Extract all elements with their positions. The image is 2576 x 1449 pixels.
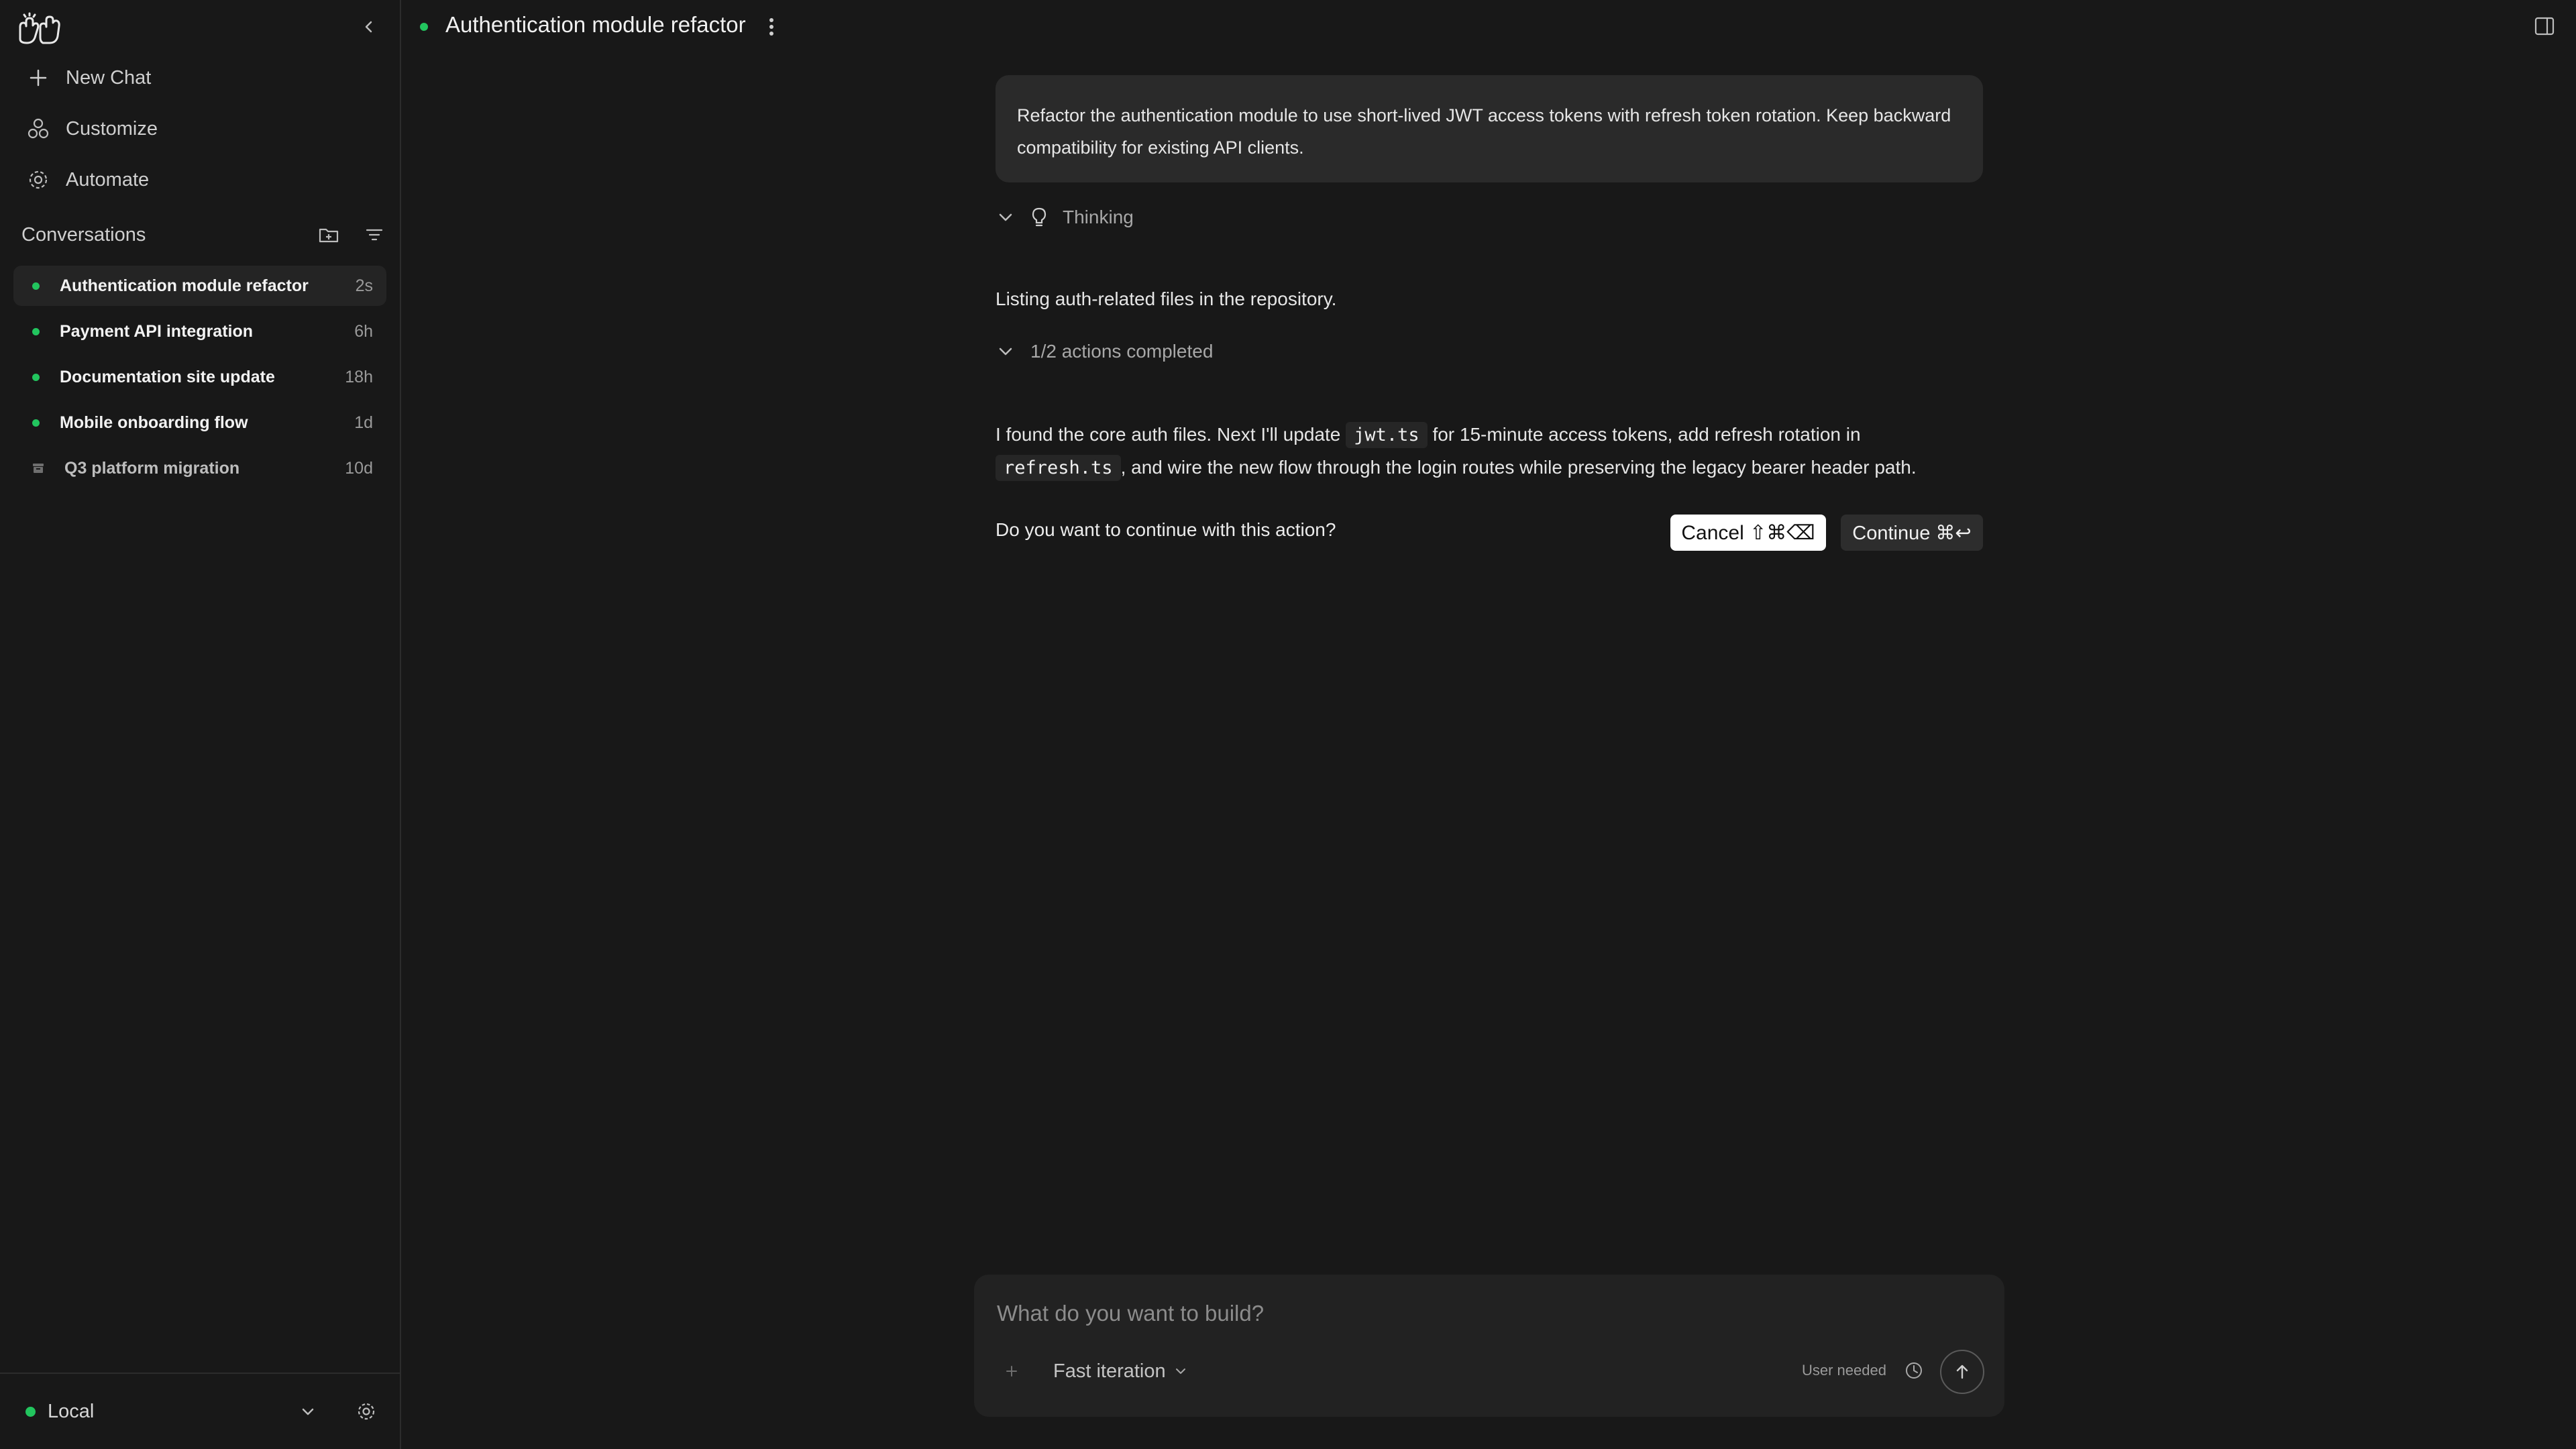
conversation-name: Payment API integration: [60, 321, 254, 341]
assistant-reply: I found the core auth files. Next I'll u…: [996, 419, 1988, 484]
conversation-list: Authentication module refactor 2s Paymen…: [13, 266, 386, 494]
customize-label: Customize: [66, 117, 158, 140]
actions-progress-label: 1/2 actions completed: [1030, 341, 1214, 362]
collapse-sidebar-icon[interactable]: [360, 17, 378, 36]
reply-text: for 15-minute access tokens, add refresh…: [1432, 424, 1861, 445]
code-filename: refresh.ts: [996, 455, 1121, 481]
lightbulb-icon: [1030, 207, 1048, 228]
status-dot: [32, 419, 40, 427]
conversation-item[interactable]: Authentication module refactor 2s: [13, 266, 386, 306]
app-logo: [16, 12, 63, 47]
conversation-time: 1d: [354, 413, 373, 432]
filter-icon[interactable]: [365, 227, 384, 243]
conversation-item[interactable]: Q3 platform migration 10d: [13, 448, 386, 488]
automate-button[interactable]: Automate: [27, 161, 149, 199]
conversation-status-dot: [420, 23, 428, 31]
conversation-time: 6h: [354, 321, 373, 341]
status-dot: [32, 373, 40, 381]
actions-toggle[interactable]: 1/2 actions completed: [996, 337, 1213, 366]
send-button[interactable]: [1940, 1350, 1984, 1394]
cancel-button[interactable]: Cancel ⇧⌘⌫: [1670, 515, 1826, 551]
conversations-header: Conversations: [21, 219, 384, 251]
chevron-down-icon: [996, 207, 1016, 227]
chevron-down-icon: [1173, 1363, 1189, 1379]
conversation-name: Q3 platform migration: [64, 458, 240, 478]
conversation-title: Authentication module refactor: [445, 12, 746, 37]
environment-label: Local: [48, 1400, 95, 1422]
mode-selector[interactable]: Fast iteration: [1053, 1358, 1189, 1385]
conversation-item[interactable]: Payment API integration 6h: [13, 311, 386, 352]
attach-plus-icon[interactable]: [1002, 1362, 1021, 1381]
customize-button[interactable]: Customize: [27, 110, 158, 148]
confirm-question: Do you want to continue with this action…: [996, 519, 1336, 540]
reply-text: , and wire the new flow through the logi…: [1120, 457, 1917, 478]
customize-icon: [27, 117, 50, 140]
toggle-panel-icon[interactable]: [2533, 15, 2556, 38]
status-text: User needed: [1802, 1362, 1886, 1379]
status-dot: [32, 327, 40, 335]
chevron-down-icon: [996, 341, 1016, 362]
conversation-name: Mobile onboarding flow: [60, 413, 248, 432]
automate-label: Automate: [66, 168, 150, 191]
status-message: Listing auth-related files in the reposi…: [996, 288, 1337, 309]
new-folder-icon[interactable]: [318, 225, 339, 244]
clock-icon[interactable]: [1904, 1360, 1924, 1381]
arrow-up-icon: [1952, 1362, 1972, 1382]
prompt-input[interactable]: [996, 1297, 1975, 1330]
conversation-time: 18h: [345, 367, 373, 386]
conversation-time: 2s: [355, 276, 373, 295]
sidebar: New Chat Customize Automate Conversation…: [0, 0, 401, 1449]
environment-status-dot: [25, 1406, 36, 1417]
chevron-down-icon[interactable]: [298, 1401, 318, 1421]
conversations-title: Conversations: [21, 223, 146, 246]
new-chat-label: New Chat: [66, 66, 152, 89]
gear-icon: [27, 168, 50, 191]
conversation-item[interactable]: Documentation site update 18h: [13, 357, 386, 397]
conversation-time: 10d: [345, 458, 373, 478]
settings-gear-icon[interactable]: [356, 1401, 377, 1422]
more-options-icon[interactable]: [765, 15, 778, 39]
environment-selector[interactable]: Local: [0, 1373, 401, 1449]
thinking-toggle[interactable]: Thinking: [996, 203, 1134, 232]
conversation-name: Authentication module refactor: [60, 276, 309, 295]
continue-button[interactable]: Continue ⌘↩: [1841, 515, 1983, 551]
status-dot: [32, 282, 40, 290]
new-chat-button[interactable]: New Chat: [27, 59, 151, 97]
composer: Fast iteration User needed: [974, 1275, 2004, 1417]
code-filename: jwt.ts: [1346, 422, 1428, 448]
reply-text: I found the core auth files. Next I'll u…: [996, 424, 1341, 445]
thinking-label: Thinking: [1063, 207, 1134, 227]
user-message: Refactor the authentication module to us…: [996, 75, 1983, 182]
plus-icon: [27, 66, 50, 89]
conversation-name: Documentation site update: [60, 367, 275, 386]
conversation-item[interactable]: Mobile onboarding flow 1d: [13, 402, 386, 443]
mode-label: Fast iteration: [1053, 1360, 1166, 1382]
archive-icon: [32, 462, 44, 474]
